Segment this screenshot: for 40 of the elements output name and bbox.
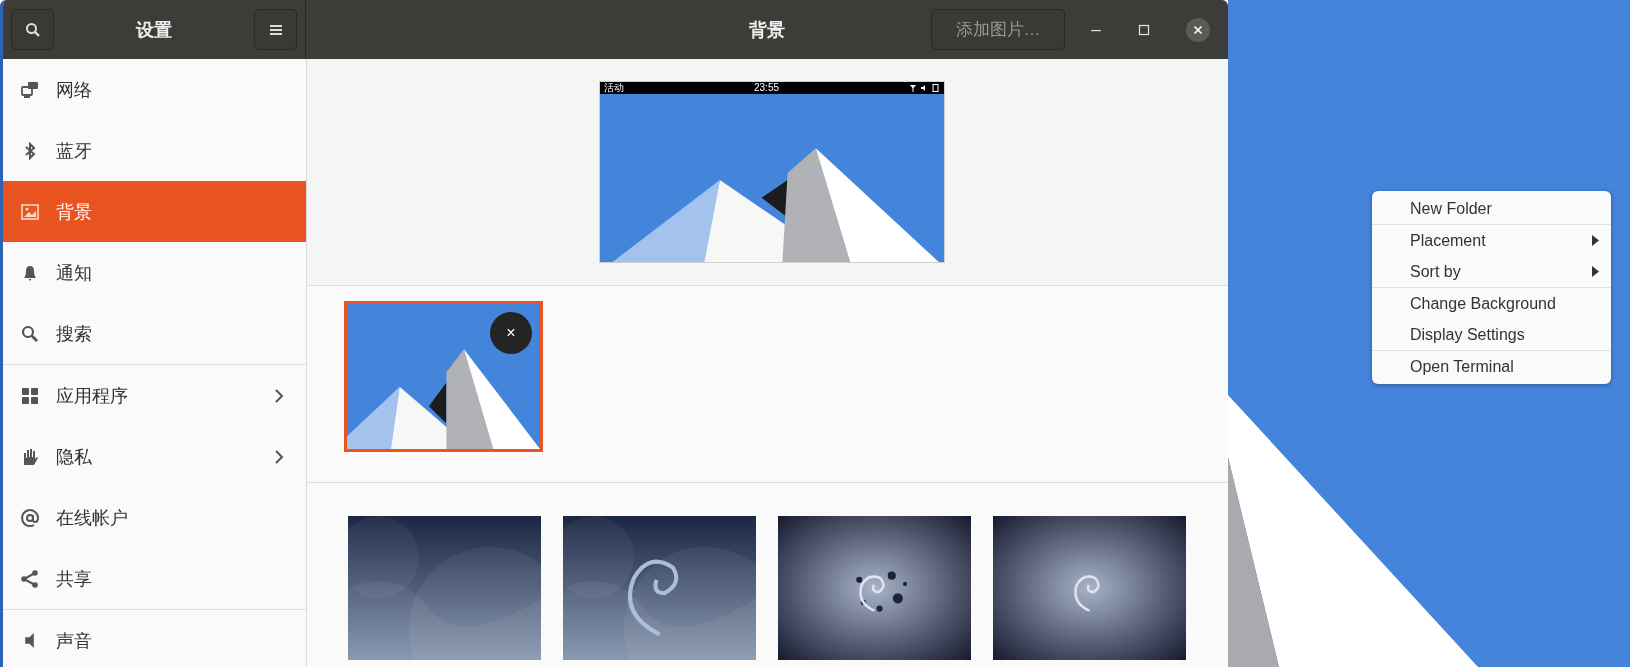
menu-item[interactable]: Display Settings [1372,319,1611,350]
sidebar-title: 设置 [136,18,172,42]
sidebar-item[interactable]: 声音 [3,609,306,667]
at-icon [20,507,40,528]
sidebar-item[interactable]: 背景 [3,181,306,242]
search-button[interactable] [11,9,54,50]
network-icon [20,79,40,100]
menu-icon [268,23,283,36]
search-icon [20,323,40,344]
clock-label: 23:55 [754,82,779,94]
menu-item[interactable]: New Folder [1372,193,1611,224]
speaker-icon [25,633,34,648]
sidebar-item[interactable]: 隐私 [3,426,306,487]
wallpaper-thumbnail[interactable]: × [344,301,543,452]
search-icon [24,21,41,38]
menu-button[interactable] [254,9,297,50]
apps-icon [20,385,40,406]
submenu-arrow-icon [1592,235,1599,246]
sidebar-item[interactable]: 网络 [3,59,306,120]
chevron-icon [274,448,284,465]
activities-label: 活动 [603,82,624,94]
status-icons [909,84,940,92]
menu-item[interactable]: Change Background [1372,288,1611,319]
maximize-icon[interactable] [1138,23,1150,36]
chevron-icon [274,387,284,404]
image-icon [20,201,40,222]
window-title: 背景 [749,18,785,42]
share-icon [20,568,40,589]
sidebar-item[interactable]: 共享 [3,548,306,609]
sidebar-item[interactable]: 蓝牙 [3,120,306,181]
close-icon[interactable] [1186,17,1210,42]
menu-item[interactable]: Placement [1372,225,1611,256]
sidebar-item[interactable]: 应用程序 [3,364,306,426]
sidebar-item[interactable]: 通知 [3,242,306,303]
menu-item[interactable]: Open Terminal [1372,351,1611,382]
submenu-arrow-icon [1592,266,1599,277]
sidebar-item[interactable]: 搜索 [3,303,306,364]
add-picture-button[interactable]: 添加图片… [931,9,1065,50]
sidebar-item[interactable]: 在线帐户 [3,487,306,548]
menu-item[interactable]: Sort by [1372,256,1611,287]
